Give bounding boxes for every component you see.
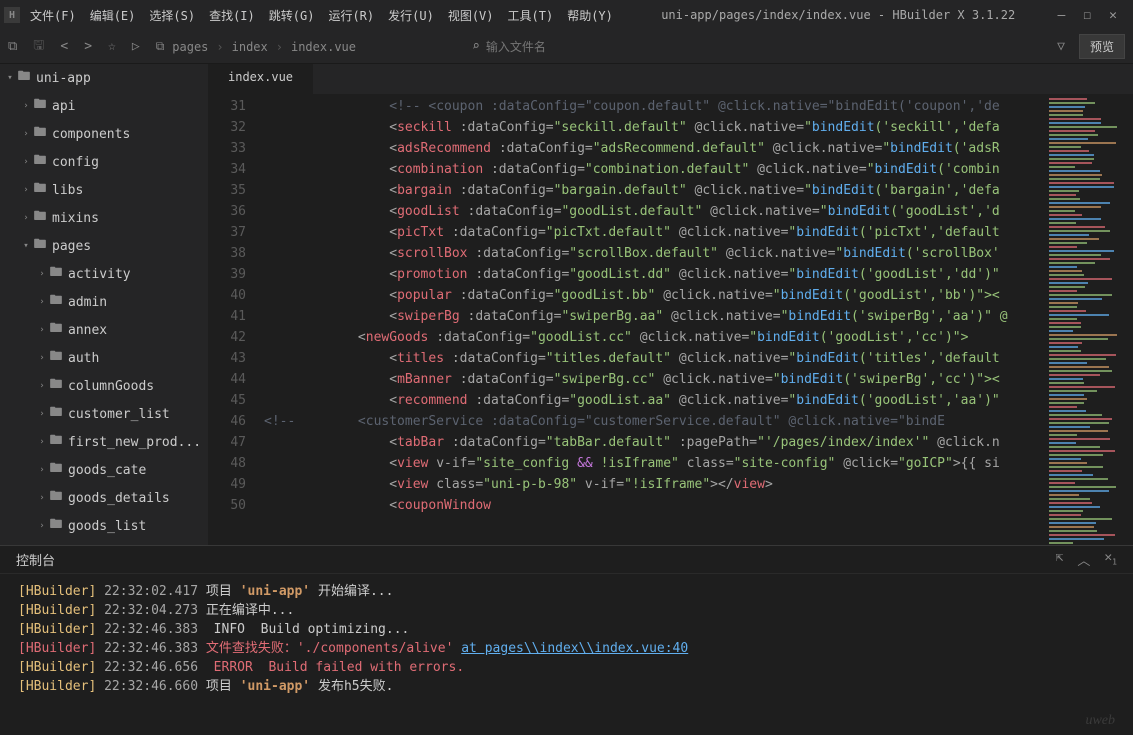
console-export-icon[interactable]: ⇱: [1056, 550, 1064, 569]
menu-item[interactable]: 编辑(E): [84, 3, 142, 28]
main-menu: 文件(F)编辑(E)选择(S)查找(I)跳转(G)运行(R)发行(U)视图(V)…: [24, 3, 619, 28]
filter-icon[interactable]: ▽: [1057, 39, 1065, 54]
window-maximize-icon[interactable]: ☐: [1083, 8, 1091, 23]
breadcrumb-root-icon: ⧉: [156, 39, 165, 54]
app-logo: H: [4, 7, 20, 23]
breadcrumb-item[interactable]: index.vue: [291, 40, 356, 54]
line-gutter: 3132333435363738394041424344454647484950: [208, 94, 256, 545]
console-output[interactable]: [HBuilder] 22:32:02.417 项目 'uni-app' 开始编…: [0, 574, 1133, 735]
menu-item[interactable]: 跳转(G): [263, 3, 321, 28]
tree-folder-api[interactable]: ›api: [0, 92, 208, 120]
search-icon[interactable]: ⌕: [472, 39, 480, 54]
tree-folder-first_new_prod...[interactable]: ›first_new_prod...: [0, 428, 208, 456]
code-editor[interactable]: <!-- <coupon :dataConfig="coupon.default…: [256, 94, 1045, 545]
tree-folder-auth[interactable]: ›auth: [0, 344, 208, 372]
menu-item[interactable]: 发行(U): [382, 3, 440, 28]
menu-item[interactable]: 视图(V): [442, 3, 500, 28]
console-title: 控制台: [16, 550, 55, 569]
tree-folder-config[interactable]: ›config: [0, 148, 208, 176]
menu-item[interactable]: 文件(F): [24, 3, 82, 28]
file-explorer[interactable]: ▾uni-app›api›components›config›libs›mixi…: [0, 64, 208, 545]
console-close-icon[interactable]: ✕1: [1104, 550, 1117, 569]
tree-folder-components[interactable]: ›components: [0, 120, 208, 148]
tree-folder-annex[interactable]: ›annex: [0, 316, 208, 344]
tree-folder-columnGoods[interactable]: ›columnGoods: [0, 372, 208, 400]
run-icon[interactable]: ▷: [132, 39, 140, 54]
menu-item[interactable]: 运行(R): [322, 3, 380, 28]
tree-folder-goods_list[interactable]: ›goods_list: [0, 512, 208, 540]
breadcrumb-item[interactable]: pages: [172, 40, 208, 54]
window-title: uni-app/pages/index/index.vue - HBuilder…: [619, 8, 1058, 22]
star-icon[interactable]: ☆: [108, 39, 116, 54]
tree-folder-pages[interactable]: ▾pages: [0, 232, 208, 260]
toolbar: ⧉ 🖫 < > ☆ ▷ ⧉ pages › index › index.vue …: [0, 30, 1133, 64]
menu-item[interactable]: 工具(T): [502, 3, 560, 28]
breadcrumb-item[interactable]: index: [232, 40, 268, 54]
watermark: uweb: [1085, 713, 1115, 729]
new-panel-icon[interactable]: ⧉: [8, 39, 17, 54]
tree-folder-activity[interactable]: ›activity: [0, 260, 208, 288]
breadcrumb[interactable]: ⧉ pages › index › index.vue: [156, 39, 356, 54]
tree-folder-libs[interactable]: ›libs: [0, 176, 208, 204]
menu-item[interactable]: 选择(S): [143, 3, 201, 28]
console-collapse-icon[interactable]: ︿: [1077, 550, 1090, 569]
menu-item[interactable]: 查找(I): [203, 3, 261, 28]
save-icon[interactable]: 🖫: [33, 36, 44, 58]
tree-root[interactable]: ▾uni-app: [0, 64, 208, 92]
editor-tabs: index.vue: [208, 64, 1133, 94]
preview-button[interactable]: 预览: [1079, 34, 1125, 59]
file-search-input[interactable]: [486, 40, 586, 54]
console-panel: 控制台 ⇱ ︿ ✕1 [HBuilder] 22:32:02.417 项目 'u…: [0, 545, 1133, 735]
menu-item[interactable]: 帮助(Y): [561, 3, 619, 28]
tab-active[interactable]: index.vue: [208, 64, 313, 94]
minimap[interactable]: [1045, 94, 1133, 545]
tree-folder-goods_cate[interactable]: ›goods_cate: [0, 456, 208, 484]
tree-folder-goods_details[interactable]: ›goods_details: [0, 484, 208, 512]
tree-folder-admin[interactable]: ›admin: [0, 288, 208, 316]
titlebar: H 文件(F)编辑(E)选择(S)查找(I)跳转(G)运行(R)发行(U)视图(…: [0, 0, 1133, 30]
tree-folder-mixins[interactable]: ›mixins: [0, 204, 208, 232]
window-minimize-icon[interactable]: —: [1058, 8, 1066, 23]
nav-back-icon[interactable]: <: [60, 39, 68, 54]
window-close-icon[interactable]: ✕: [1109, 8, 1117, 23]
nav-forward-icon[interactable]: >: [84, 39, 92, 54]
tree-folder-customer_list[interactable]: ›customer_list: [0, 400, 208, 428]
